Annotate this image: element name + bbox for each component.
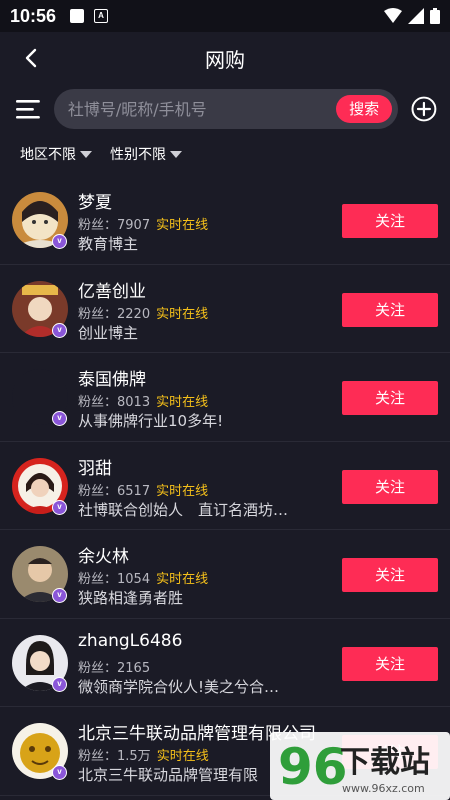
search-button[interactable]: 搜索 bbox=[336, 95, 393, 123]
user-name: 梦夏 bbox=[78, 193, 112, 213]
user-name: 余火林 bbox=[78, 547, 129, 567]
verified-badge-icon: v bbox=[52, 499, 67, 515]
region-filter[interactable]: 地区不限 bbox=[20, 144, 92, 164]
search-row: 搜索 bbox=[0, 84, 450, 134]
page-title: 网购 bbox=[205, 47, 245, 72]
user-name: 泰国佛牌 bbox=[78, 370, 146, 390]
user-bio: 社博联合创始人 直订名酒坊… bbox=[78, 500, 289, 519]
user-bio: 教育博主 bbox=[78, 235, 139, 253]
live-status: 实时在线 bbox=[156, 218, 209, 233]
user-bio: 微领商学院合伙人!美之兮合… bbox=[78, 677, 280, 696]
user-bio: 从事佛牌行业10多年! bbox=[78, 412, 224, 430]
user-bio: 狭路相逢勇者胜 bbox=[78, 589, 184, 607]
status-time: 10:56 bbox=[10, 5, 57, 26]
list-item[interactable]: v 梦夏 粉丝：7907 实时在线 教育博主 关注 bbox=[0, 176, 450, 265]
caret-down-icon bbox=[80, 150, 92, 158]
user-bio: 北京三牛联动品牌管理有限 bbox=[78, 766, 259, 784]
follow-button[interactable]: 关注 bbox=[342, 381, 438, 415]
live-status: 实时在线 bbox=[156, 306, 209, 322]
signal-icon bbox=[408, 8, 424, 24]
watermark-logo: 96 下载站 www.96xz.com bbox=[270, 732, 450, 800]
user-fans: 粉丝：6517 实时在线 bbox=[78, 483, 209, 499]
caret-down-icon bbox=[170, 150, 182, 158]
list-item[interactable]: v 余火林 粉丝：1054 实时在线 狭路相逢勇者胜 关注 bbox=[0, 530, 450, 619]
user-name: 羽甜 bbox=[78, 458, 112, 479]
user-fans: 粉丝：1.5万 实时在线 bbox=[78, 749, 209, 764]
user-list: v 梦夏 粉丝：7907 实时在线 教育博主 关注 v 亿善创业 粉丝：2220 实… bbox=[0, 176, 450, 796]
verified-badge-icon: v bbox=[52, 676, 67, 692]
add-circle-icon[interactable] bbox=[410, 95, 438, 123]
follow-button[interactable]: 关注 bbox=[342, 204, 438, 238]
search-input[interactable] bbox=[67, 99, 318, 119]
watermark-text: 下载站 bbox=[340, 745, 430, 780]
user-name: 亿善创业 bbox=[78, 281, 146, 302]
list-item[interactable]: v zhangL6486 粉丝：2165 微领商学院合伙人!美之兮合… 关注 bbox=[0, 619, 450, 707]
verified-badge-icon: v bbox=[52, 322, 67, 338]
live-status: 实时在线 bbox=[156, 572, 209, 587]
back-arrow-icon[interactable] bbox=[18, 44, 46, 72]
follow-button[interactable]: 关注 bbox=[342, 646, 438, 681]
verified-badge-icon: v bbox=[52, 411, 67, 426]
live-status: 实时在线 bbox=[156, 483, 209, 499]
filter-bar: 地区不限 性别不限 bbox=[0, 134, 450, 174]
search-box: 搜索 bbox=[53, 89, 399, 129]
list-item[interactable]: v 泰国佛牌 粉丝：8013 实时在线 从事佛牌行业10多年! 关注 bbox=[0, 353, 450, 442]
user-fans: 粉丝：8013 实时在线 bbox=[78, 395, 209, 410]
list-item[interactable]: v 亿善创业 粉丝：2220 实时在线 创业博主 关注 bbox=[0, 265, 450, 353]
live-status: 实时在线 bbox=[156, 749, 209, 764]
region-filter-label: 地区不限 bbox=[20, 147, 76, 163]
battery-icon bbox=[430, 8, 440, 24]
list-item[interactable]: v 羽甜 粉丝：6517 实时在线 社博联合创始人 直订名酒坊… 关注 bbox=[0, 442, 450, 530]
keyboard-a-icon: A bbox=[94, 9, 109, 23]
verified-badge-icon: v bbox=[52, 588, 67, 603]
gender-filter[interactable]: 性别不限 bbox=[110, 144, 182, 164]
verified-badge-icon: v bbox=[52, 765, 67, 780]
follow-button[interactable]: 关注 bbox=[342, 558, 438, 592]
watermark-url: www.96xz.com bbox=[342, 782, 425, 795]
user-fans: 粉丝：2220 实时在线 bbox=[78, 306, 209, 322]
user-name: zhangL6486 bbox=[78, 630, 183, 651]
wifi-icon bbox=[384, 8, 402, 23]
menu-icon[interactable] bbox=[14, 95, 42, 123]
notification-icon bbox=[70, 9, 85, 23]
gender-filter-label: 性别不限 bbox=[110, 147, 166, 163]
live-status: 实时在线 bbox=[156, 395, 209, 410]
nav-bar: 网购 bbox=[0, 32, 450, 84]
verified-badge-icon: v bbox=[52, 234, 67, 249]
user-fans: 粉丝：7907 实时在线 bbox=[78, 218, 209, 233]
watermark-number: 96 bbox=[278, 738, 348, 796]
user-bio: 创业博主 bbox=[78, 323, 139, 342]
status-bar: 10:56 A bbox=[0, 0, 450, 32]
user-fans: 粉丝：1054 实时在线 bbox=[78, 572, 209, 587]
follow-button[interactable]: 关注 bbox=[342, 292, 438, 327]
follow-button[interactable]: 关注 bbox=[342, 469, 438, 504]
user-fans: 粉丝：2165 bbox=[78, 660, 151, 676]
